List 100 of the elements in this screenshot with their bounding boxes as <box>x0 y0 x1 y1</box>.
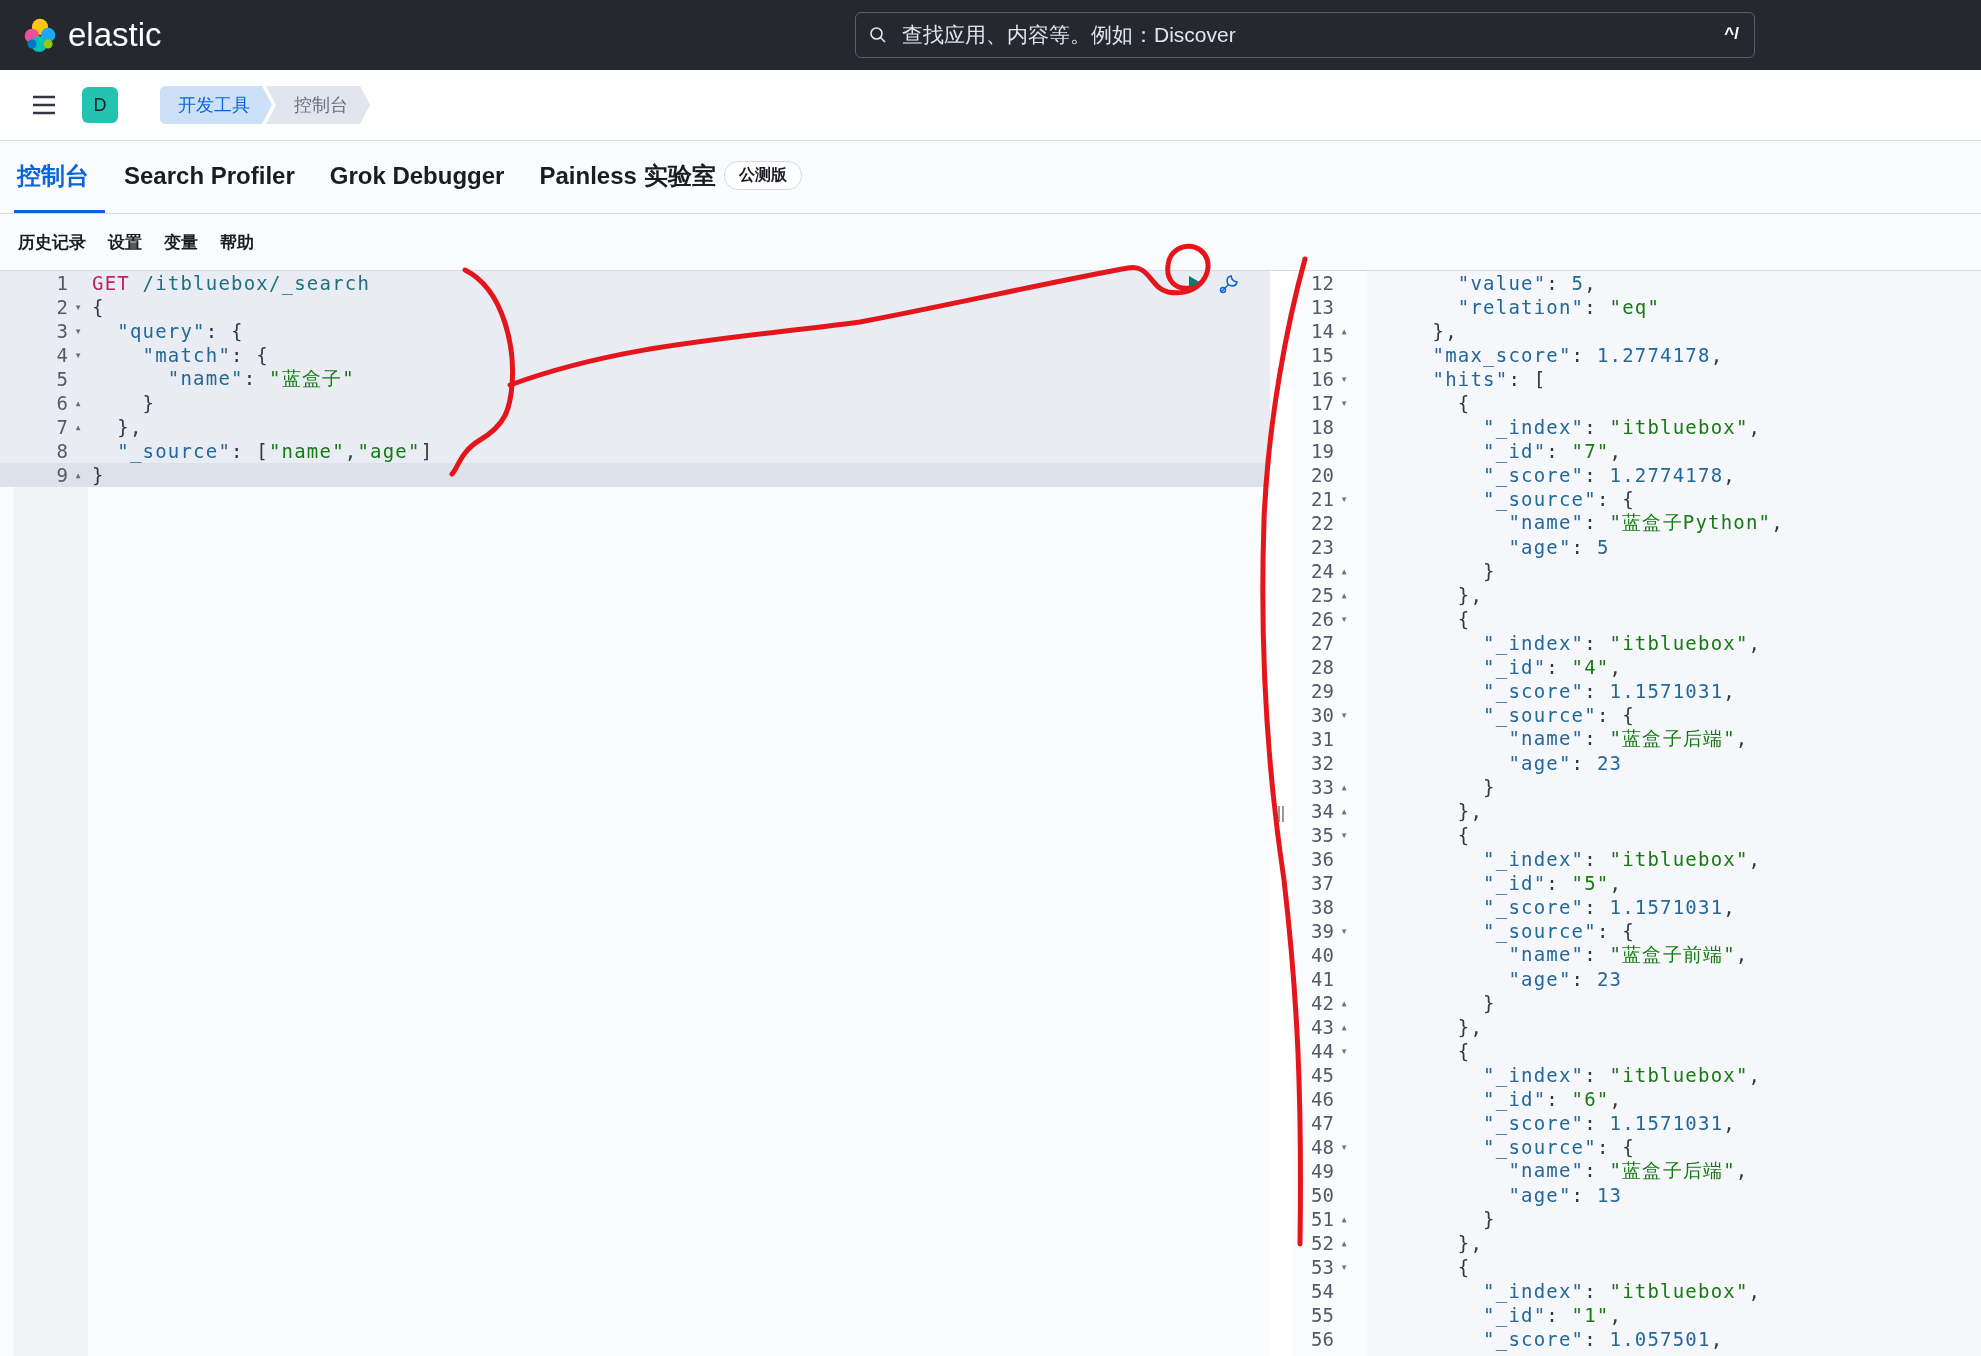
code-line: { <box>1456 392 1471 414</box>
line-number: 35 <box>1310 824 1334 846</box>
line-number: 22 <box>1310 512 1334 534</box>
code-line: "_score": 1.1571031, <box>1482 1112 1736 1134</box>
code-line: } <box>1482 1208 1496 1230</box>
line-number: 3 <box>55 320 68 342</box>
fold-arrow[interactable]: ▾ <box>1340 708 1348 722</box>
code-line: } <box>1482 560 1496 582</box>
tab[interactable]: Search Profiler <box>121 141 311 213</box>
code-line: "max_score": 1.2774178, <box>1431 344 1724 366</box>
line-number: 5 <box>55 368 68 390</box>
line-number: 41 <box>1310 968 1334 990</box>
line-number: 14 <box>1310 320 1334 342</box>
tab[interactable]: Grok Debugger <box>326 141 521 213</box>
code-line: "_source": { <box>1482 920 1635 942</box>
code-line: "age": 5 <box>1507 536 1610 558</box>
fold-arrow[interactable]: ▾ <box>74 300 82 314</box>
fold-arrow[interactable]: ▾ <box>74 324 82 338</box>
fold-arrow[interactable]: ▾ <box>1340 396 1348 410</box>
code-line: "name": "蓝盒子前端", <box>1507 943 1749 967</box>
code-line: "value": 5, <box>1456 272 1597 294</box>
code-line: "name": "蓝盒子后端", <box>1507 727 1749 751</box>
fold-arrow[interactable]: ▾ <box>74 348 82 362</box>
line-number: 12 <box>1310 272 1334 294</box>
toolbar-link[interactable]: 变量 <box>158 224 204 260</box>
code-line: "_id": "4", <box>1482 656 1623 678</box>
fold-arrow[interactable]: ▾ <box>1340 924 1348 938</box>
request-editor[interactable]: 1 GET /itbluebox/_search 2 ▾ { 3 ▾ "query": { 4 ▾ "match": { 5 "name": "蓝盒子" 6 ▴ } 7 ▴ }, 8 "_source": ["name","age"] 9 ▴ } <box>0 271 1270 1356</box>
fold-arrow[interactable]: ▴ <box>1340 804 1348 818</box>
code-line: { <box>1456 1256 1471 1278</box>
fold-arrow[interactable]: ▴ <box>1340 588 1348 602</box>
line-number: 56 <box>1310 1328 1334 1350</box>
fold-arrow[interactable]: ▴ <box>1340 1236 1348 1250</box>
wrench-icon[interactable] <box>1218 273 1240 295</box>
toolbar-link[interactable]: 设置 <box>102 224 148 260</box>
line-number: 20 <box>1310 464 1334 486</box>
fold-arrow[interactable]: ▾ <box>1340 372 1348 386</box>
tab[interactable]: Painless 实验室 公测版 <box>536 141 818 213</box>
line-number: 18 <box>1310 416 1334 438</box>
fold-arrow[interactable]: ▾ <box>1340 492 1348 506</box>
fold-arrow[interactable]: ▾ <box>1340 1260 1348 1274</box>
line-number: 2 <box>55 296 68 318</box>
fold-arrow[interactable]: ▴ <box>1340 1212 1348 1226</box>
fold-arrow[interactable]: ▴ <box>1340 996 1348 1010</box>
code-line: "_index": "itbluebox", <box>1482 416 1762 438</box>
fold-arrow[interactable]: ▾ <box>1340 828 1348 842</box>
code-line: "_index": "itbluebox", <box>1482 1280 1762 1302</box>
code-line: "name": "蓝盒子Python", <box>1507 511 1784 535</box>
line-number: 6 <box>55 392 68 414</box>
code-line: "_index": "itbluebox", <box>1482 848 1762 870</box>
line-number: 30 <box>1310 704 1334 726</box>
space-avatar[interactable]: D <box>82 87 118 123</box>
resize-handle-icon[interactable] <box>1277 804 1285 823</box>
code-line: "hits": [ <box>1431 368 1547 390</box>
code-line: "_id": "7", <box>1482 440 1623 462</box>
fold-arrow[interactable]: ▴ <box>74 396 82 410</box>
breadcrumb[interactable]: 控制台 <box>266 86 370 124</box>
code-line: { <box>1456 608 1471 630</box>
line-number: 33 <box>1310 776 1334 798</box>
line-number: 15 <box>1310 344 1334 366</box>
line-number: 50 <box>1310 1184 1334 1206</box>
line-number: 25 <box>1310 584 1334 606</box>
fold-arrow[interactable]: ▴ <box>74 420 82 434</box>
code-line: }, <box>1456 1232 1484 1254</box>
code-line: "name": "蓝盒子" <box>166 366 355 391</box>
code-line: "_source": { <box>1482 1136 1635 1158</box>
fold-arrow[interactable]: ▾ <box>1340 612 1348 626</box>
fold-arrow[interactable]: ▴ <box>1340 780 1348 794</box>
code-line: } <box>1482 992 1496 1014</box>
fold-arrow[interactable]: ▴ <box>1340 324 1348 338</box>
code-line: "_source": { <box>1482 704 1635 726</box>
fold-arrow[interactable]: ▴ <box>74 468 82 482</box>
fold-arrow[interactable]: ▾ <box>1340 1140 1348 1154</box>
keyboard-shortcut: ^/ <box>1724 24 1739 44</box>
line-number: 17 <box>1310 392 1334 414</box>
code-line: "_score": 1.2774178, <box>1482 464 1736 486</box>
line-number: 9 <box>55 464 68 486</box>
fold-arrow[interactable]: ▴ <box>1340 564 1348 578</box>
fold-arrow[interactable]: ▾ <box>1340 1044 1348 1058</box>
toolbar-link[interactable]: 帮助 <box>214 224 260 260</box>
line-number: 16 <box>1310 368 1334 390</box>
line-number: 7 <box>55 416 68 438</box>
line-number: 43 <box>1310 1016 1334 1038</box>
toolbar-link[interactable]: 历史记录 <box>12 224 92 260</box>
elastic-logo-icon[interactable] <box>22 17 58 53</box>
fold-arrow[interactable]: ▴ <box>1340 1020 1348 1034</box>
code-line: "name": "蓝盒子后端", <box>1507 1159 1749 1183</box>
code-line: "_source": { <box>1482 488 1635 510</box>
line-number: 32 <box>1310 752 1334 774</box>
code-line: "query": { <box>116 320 244 342</box>
line-number: 36 <box>1310 848 1334 870</box>
code-line: }, <box>116 416 143 438</box>
line-number: 21 <box>1310 488 1334 510</box>
code-line: "age": 13 <box>1507 1184 1623 1206</box>
brand-name: elastic <box>68 16 162 54</box>
code-line: "_id": "5", <box>1482 872 1623 894</box>
code-line: "relation": "eq" <box>1456 296 1661 318</box>
code-line: "_index": "itbluebox", <box>1482 632 1762 654</box>
breadcrumb[interactable]: 开发工具 <box>160 86 272 124</box>
line-number: 29 <box>1310 680 1334 702</box>
